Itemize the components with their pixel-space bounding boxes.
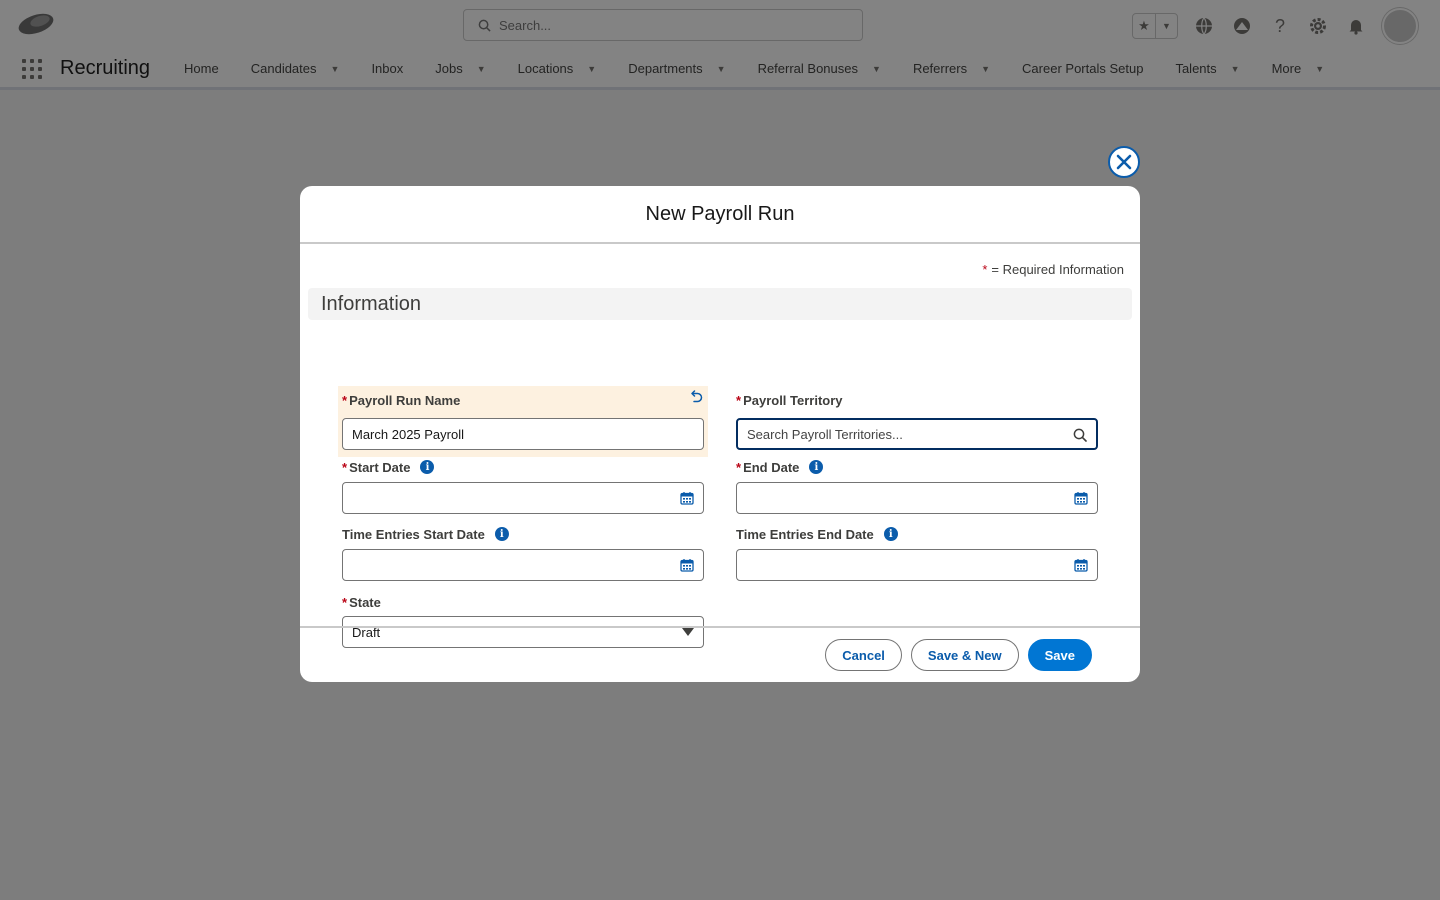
required-star: * xyxy=(736,392,742,408)
required-star: * xyxy=(342,392,348,408)
time-entries-end-date-input[interactable] xyxy=(736,549,1098,581)
close-modal-button[interactable] xyxy=(1108,146,1140,178)
save-and-new-button[interactable]: Save & New xyxy=(910,639,1019,671)
start-date-field: * Start Date i xyxy=(342,457,712,514)
section-title-information[interactable]: Information xyxy=(308,288,1132,320)
time-entries-start-date-field: Time Entries Start Date i xyxy=(342,524,712,581)
info-icon[interactable]: i xyxy=(809,460,824,474)
search-icon[interactable] xyxy=(1073,428,1087,442)
section-title-text: Information xyxy=(321,292,422,315)
modal-header: New Payroll Run xyxy=(300,186,1140,244)
close-icon xyxy=(1116,154,1132,170)
payroll-territory-label: * Payroll Territory xyxy=(736,390,1106,410)
payroll-run-name-field: * Payroll Run Name March 2025 Payroll xyxy=(338,386,708,457)
state-label: * State xyxy=(342,592,712,612)
payroll-run-name-value: March 2025 Payroll xyxy=(352,426,464,442)
calendar-icon[interactable] xyxy=(680,491,694,505)
required-star: * xyxy=(342,594,348,610)
time-entries-end-date-field: Time Entries End Date i xyxy=(736,524,1106,581)
start-date-label-text: Start Date xyxy=(349,459,411,475)
info-icon[interactable]: i xyxy=(883,527,898,541)
info-icon[interactable]: i xyxy=(420,460,435,474)
time-entries-start-date-label: Time Entries Start Date i xyxy=(342,524,712,544)
payroll-territory-field: * Payroll Territory Search Payroll Terri… xyxy=(736,390,1106,450)
calendar-icon[interactable] xyxy=(1074,558,1088,572)
payroll-run-name-input[interactable]: March 2025 Payroll xyxy=(342,418,704,450)
payroll-run-name-label-text: Payroll Run Name xyxy=(349,392,461,408)
end-date-label: * End Date i xyxy=(736,457,1106,477)
modal-title: New Payroll Run xyxy=(645,202,795,225)
modal-footer: Cancel Save & New Save xyxy=(300,626,1140,682)
state-label-text: State xyxy=(349,594,381,610)
time-entries-end-date-label: Time Entries End Date i xyxy=(736,524,1106,544)
cancel-button[interactable]: Cancel xyxy=(825,639,902,671)
required-info-note: * = Required Information xyxy=(982,262,1124,277)
time-entries-start-date-label-text: Time Entries Start Date xyxy=(342,526,485,542)
end-date-field: * End Date i xyxy=(736,457,1106,514)
info-icon[interactable]: i xyxy=(494,527,509,541)
payroll-run-name-label: * Payroll Run Name xyxy=(342,390,704,410)
payroll-territory-search-input[interactable]: Search Payroll Territories... xyxy=(736,418,1098,450)
end-date-label-text: End Date xyxy=(743,459,800,475)
calendar-icon[interactable] xyxy=(680,558,694,572)
time-entries-end-date-label-text: Time Entries End Date xyxy=(736,526,874,542)
end-date-input[interactable] xyxy=(736,482,1098,514)
start-date-input[interactable] xyxy=(342,482,704,514)
save-button[interactable]: Save xyxy=(1027,639,1092,671)
required-star: * xyxy=(982,262,988,277)
required-info-text: = Required Information xyxy=(991,262,1124,277)
new-payroll-run-modal: New Payroll Run * = Required Information … xyxy=(300,186,1140,682)
modal-body: * = Required Information Information * Pa… xyxy=(300,244,1140,648)
required-star: * xyxy=(736,459,742,475)
undo-icon[interactable] xyxy=(689,390,703,404)
start-date-label: * Start Date i xyxy=(342,457,712,477)
payroll-territory-label-text: Payroll Territory xyxy=(743,392,843,408)
calendar-icon[interactable] xyxy=(1074,491,1088,505)
time-entries-start-date-input[interactable] xyxy=(342,549,704,581)
required-star: * xyxy=(342,459,348,475)
payroll-territory-placeholder: Search Payroll Territories... xyxy=(747,426,903,442)
